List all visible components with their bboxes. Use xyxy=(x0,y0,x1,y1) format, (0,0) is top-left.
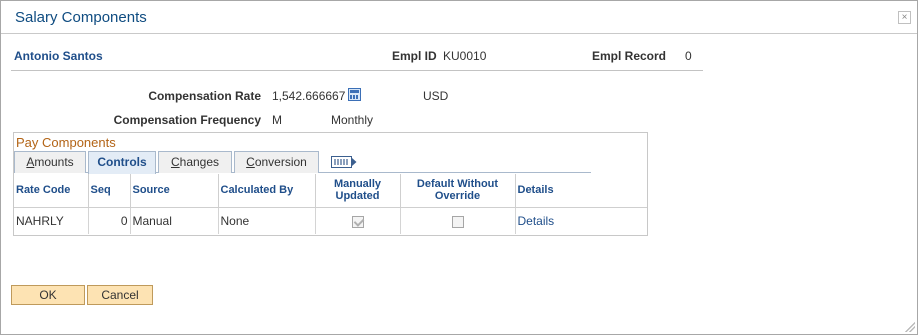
currency-code: USD xyxy=(423,89,449,103)
tab-amounts[interactable]: Amounts xyxy=(14,151,86,173)
empl-id-value: KU0010 xyxy=(443,49,487,63)
empl-record-label: Empl Record xyxy=(592,49,667,63)
seq-cell: 0 xyxy=(88,207,131,234)
calculated-by-cell: None xyxy=(218,207,316,234)
dialog-titlebar: Salary Components × xyxy=(1,1,917,34)
details-link[interactable]: Details xyxy=(518,214,555,228)
compensation-frequency-label: Compensation Frequency xyxy=(113,113,261,127)
compensation-rate-value: 1,542.666667 xyxy=(272,89,346,103)
column-header-seq[interactable]: Seq xyxy=(88,174,131,208)
column-header-calculated-by[interactable]: Calculated By xyxy=(218,174,316,208)
pay-components-table: Rate Code Seq Source Calculated By Manua… xyxy=(14,174,647,234)
default-without-override-cell xyxy=(400,207,516,234)
tab-conversion[interactable]: Conversion xyxy=(234,151,319,173)
column-header-source[interactable]: Source xyxy=(130,174,219,208)
cancel-button[interactable]: Cancel xyxy=(87,285,153,305)
show-all-columns-icon[interactable] xyxy=(331,155,357,169)
compensation-frequency-code: M xyxy=(272,113,282,127)
column-header-details[interactable]: Details xyxy=(515,174,647,208)
empl-record-value: 0 xyxy=(685,49,692,63)
rate-code-cell: NAHRLY xyxy=(14,207,89,234)
column-header-rate-code[interactable]: Rate Code xyxy=(14,174,89,208)
ok-button[interactable]: OK xyxy=(11,285,85,305)
tab-controls[interactable]: Controls xyxy=(88,151,156,174)
header-divider xyxy=(11,70,703,71)
table-header-row: Rate Code Seq Source Calculated By Manua… xyxy=(14,174,647,208)
column-header-manually-updated[interactable]: Manually Updated xyxy=(315,174,401,208)
close-icon[interactable]: × xyxy=(898,11,911,24)
source-cell: Manual xyxy=(130,207,219,234)
resize-grip-icon[interactable] xyxy=(905,322,915,332)
employee-name: Antonio Santos xyxy=(14,49,103,63)
table-row: NAHRLY 0 Manual None Details xyxy=(14,207,647,234)
salary-components-dialog: Salary Components × Antonio Santos Empl … xyxy=(0,0,918,335)
calculator-icon[interactable] xyxy=(348,88,361,101)
column-header-default-without-override[interactable]: Default Without Override xyxy=(400,174,516,208)
default-without-override-checkbox[interactable] xyxy=(451,215,464,228)
manually-updated-checkbox xyxy=(351,215,364,228)
compensation-frequency-description: Monthly xyxy=(331,113,374,127)
pay-components-tabs: Amounts Controls Changes Conversion xyxy=(14,151,591,174)
dialog-title: Salary Components xyxy=(15,9,147,26)
pay-components-grid: Pay Components Amounts Controls Changes … xyxy=(13,132,648,236)
manually-updated-cell xyxy=(315,207,401,234)
details-cell: Details xyxy=(515,207,647,234)
compensation-rate-label: Compensation Rate xyxy=(148,89,261,103)
empl-id-label: Empl ID xyxy=(392,49,437,63)
tab-changes[interactable]: Changes xyxy=(158,151,232,173)
pay-components-title: Pay Components xyxy=(16,135,116,150)
